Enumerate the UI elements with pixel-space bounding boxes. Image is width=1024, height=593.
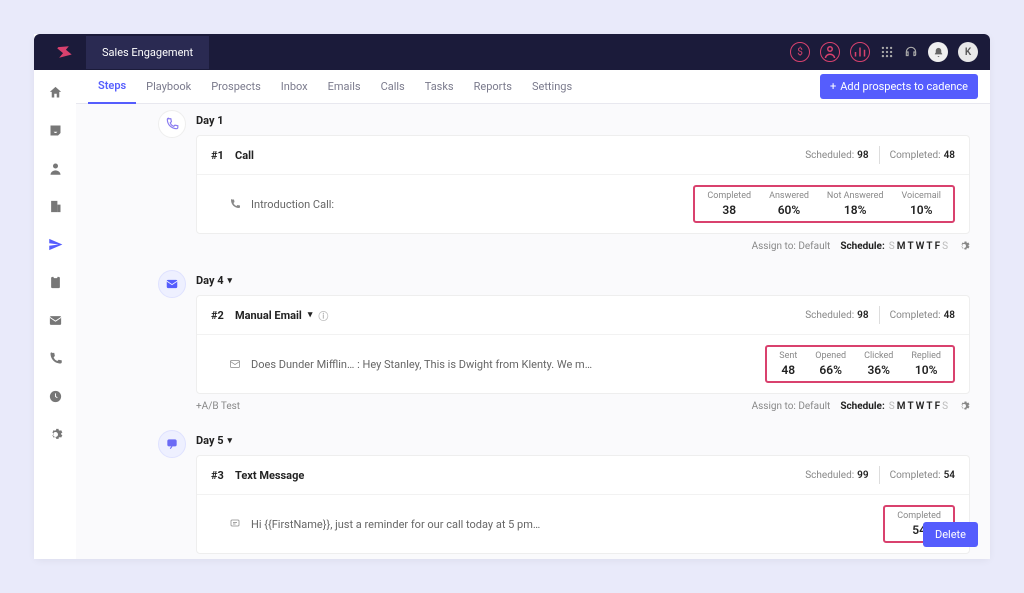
tab-steps[interactable]: Steps — [88, 70, 136, 104]
tasks-icon[interactable] — [47, 274, 63, 290]
step-2-header[interactable]: #2 Manual Email ▾ ⓘ Scheduled: 98 Comple… — [197, 296, 969, 335]
app-logo[interactable] — [46, 43, 82, 61]
mail-icon[interactable] — [47, 312, 63, 328]
chart-circle-icon[interactable] — [850, 42, 870, 62]
day-label-1: Day 1 — [196, 114, 970, 127]
step-3-num: #3 — [211, 469, 235, 482]
schedule-days-2: SMTWTFS — [889, 401, 948, 412]
tab-playbook[interactable]: Playbook — [136, 70, 201, 104]
day-label-3[interactable]: Day 5 ▾ — [196, 434, 970, 447]
schedule-days-1: SMTWTFS — [889, 241, 948, 252]
tab-prospects[interactable]: Prospects — [201, 70, 271, 104]
step-2-title: Manual Email ▾ ⓘ — [235, 308, 328, 323]
topbar: Sales Engagement $ K — [34, 34, 990, 70]
add-prospects-button[interactable]: + Add prospects to cadence — [820, 74, 978, 99]
message-icon — [229, 518, 241, 530]
step-2-body: Does Dunder Mifflin… : Hey Stanley, This… — [251, 358, 592, 371]
tab-tasks[interactable]: Tasks — [415, 70, 464, 104]
send-icon[interactable] — [47, 236, 63, 252]
step-1-title: Call — [235, 149, 254, 162]
step-1-metrics: Completed38 Answered60% Not Answered18% … — [693, 185, 955, 223]
step-2-num: #2 — [211, 309, 235, 322]
add-prospects-label: Add prospects to cadence — [840, 80, 968, 93]
tab-bar: Steps Playbook Prospects Inbox Emails Ca… — [76, 70, 990, 104]
settings-icon[interactable] — [47, 426, 63, 442]
clock-icon[interactable] — [47, 388, 63, 404]
step-1: Day 1 #1 Call Scheduled: 98 Completed: 4… — [196, 114, 970, 252]
tab-calls[interactable]: Calls — [371, 70, 415, 104]
home-icon[interactable] — [47, 84, 63, 100]
chevron-down-icon: ▾ — [228, 276, 233, 286]
inbox-icon[interactable] — [47, 122, 63, 138]
step-2: Day 4 ▾ #2 Manual Email ▾ ⓘ Scheduled: 9… — [196, 274, 970, 412]
grid-icon[interactable] — [880, 45, 894, 59]
chevron-down-icon: ▾ — [228, 436, 233, 446]
step-2-metrics: Sent48 Opened66% Clicked36% Replied10% — [765, 345, 955, 383]
dollar-icon[interactable]: $ — [790, 42, 810, 62]
chevron-down-icon: ▾ — [308, 310, 313, 320]
envelope-icon — [229, 358, 241, 370]
tab-reports[interactable]: Reports — [464, 70, 522, 104]
user-avatar[interactable]: K — [958, 42, 978, 62]
headset-icon[interactable] — [904, 45, 918, 59]
email-step-icon — [158, 270, 186, 298]
phone-icon — [229, 198, 241, 210]
tab-emails[interactable]: Emails — [318, 70, 371, 104]
steps-list: Day 1 #1 Call Scheduled: 98 Completed: 4… — [76, 104, 990, 559]
phone-sidebar-icon[interactable] — [47, 350, 63, 366]
step-3: Day 5 ▾ #3 Text Message Scheduled: 99 Co… — [196, 434, 970, 554]
ab-test-button[interactable]: +A/B Test — [196, 401, 240, 412]
step-1-header[interactable]: #1 Call Scheduled: 98 Completed: 48 — [197, 136, 969, 175]
tab-inbox[interactable]: Inbox — [271, 70, 318, 104]
day-label-2[interactable]: Day 4 ▾ — [196, 274, 970, 287]
gear-icon[interactable] — [958, 400, 970, 412]
user-circle-icon[interactable] — [820, 42, 840, 62]
step-3-body: Hi {{FirstName}}, just a reminder for ou… — [251, 518, 540, 531]
gear-icon[interactable] — [958, 240, 970, 252]
step-3-header[interactable]: #3 Text Message Scheduled: 99 Completed:… — [197, 456, 969, 495]
notification-bell[interactable] — [928, 42, 948, 62]
step-1-num: #1 — [211, 149, 235, 162]
brand-tab[interactable]: Sales Engagement — [86, 36, 209, 69]
delete-button[interactable]: Delete — [923, 522, 978, 547]
tab-settings[interactable]: Settings — [522, 70, 582, 104]
person-icon[interactable] — [47, 160, 63, 176]
left-sidebar — [34, 34, 76, 559]
step-3-title: Text Message — [235, 469, 304, 482]
step-1-body: Introduction Call: — [251, 198, 334, 211]
building-icon[interactable] — [47, 198, 63, 214]
plus-user-icon: + — [830, 80, 836, 93]
text-step-icon — [158, 430, 186, 458]
call-step-icon — [158, 110, 186, 138]
info-icon[interactable]: ⓘ — [318, 308, 328, 323]
